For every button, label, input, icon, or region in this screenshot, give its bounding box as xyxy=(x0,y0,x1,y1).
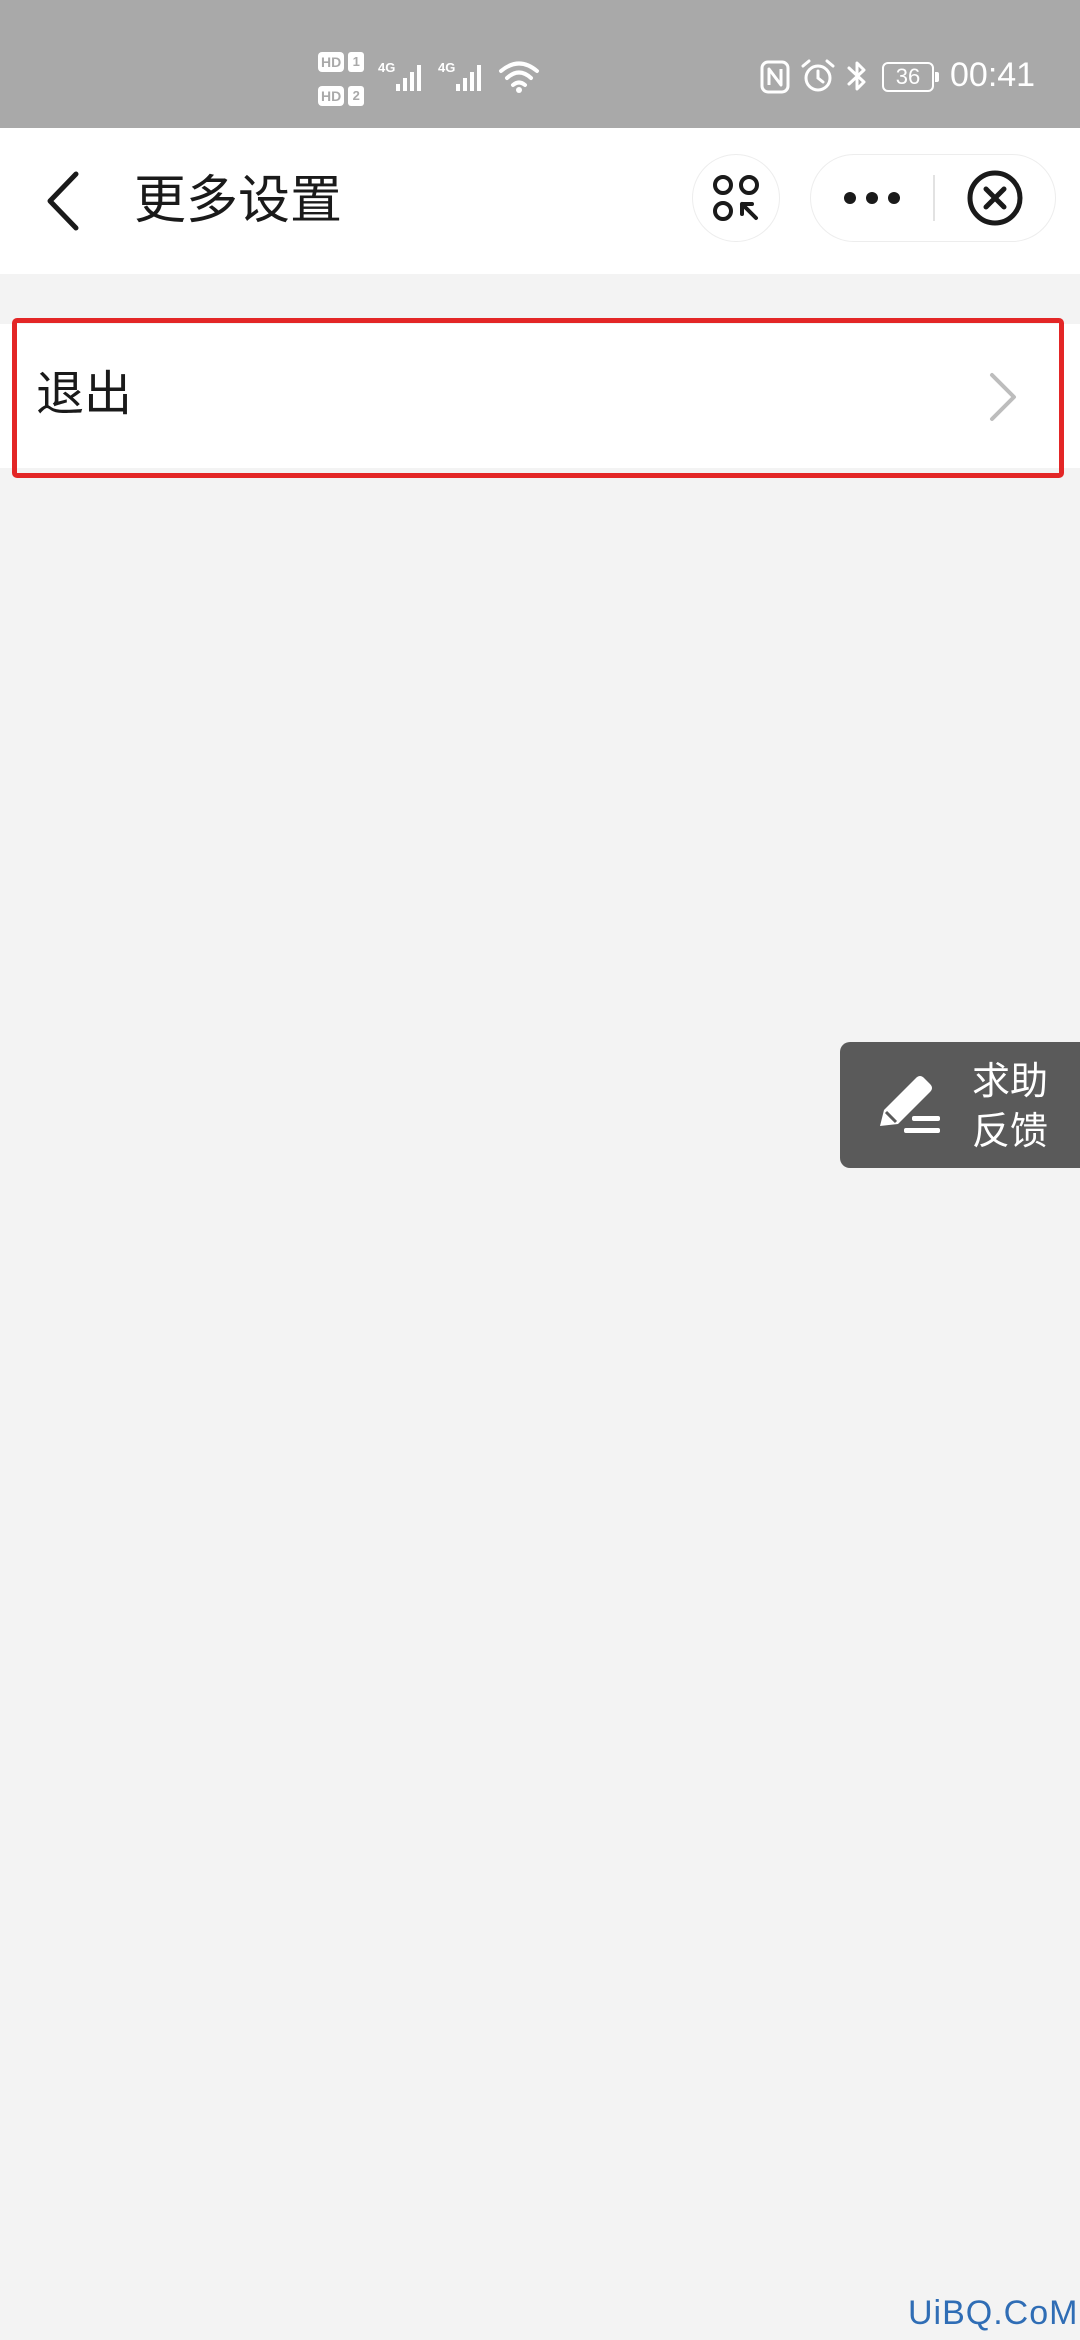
close-circle-icon xyxy=(967,170,1023,226)
close-button[interactable] xyxy=(935,155,1055,241)
network-type-2: 4G xyxy=(438,60,456,75)
battery-icon: 36 xyxy=(882,62,939,92)
sim1-indicator: HD 1 xyxy=(318,50,368,74)
page-title: 更多设置 xyxy=(134,171,343,231)
sim1-hd-badge: HD xyxy=(318,52,345,72)
bluetooth-icon xyxy=(847,61,866,91)
sim1-number: 1 xyxy=(348,52,365,72)
signal-bars-icon xyxy=(456,65,481,91)
watermark-text: UiBQ.CoM xyxy=(908,2294,1079,2332)
feedback-line-2: 反馈 xyxy=(972,1109,1049,1153)
feedback-line-1: 求助 xyxy=(972,1059,1049,1103)
more-button[interactable] xyxy=(811,155,933,241)
network-type-1: 4G xyxy=(378,60,396,75)
signal-bars-icon xyxy=(396,65,421,91)
feedback-label: 求助 反馈 xyxy=(972,1056,1072,1156)
sim2-hd-badge: HD xyxy=(318,86,345,106)
sim2-indicator: HD 2 xyxy=(318,84,368,108)
pencil-icon xyxy=(880,1076,940,1133)
signal-1: 4G xyxy=(378,60,430,94)
nfc-icon xyxy=(760,60,790,94)
chevron-right-icon xyxy=(990,373,1016,421)
sim2-number: 2 xyxy=(348,86,365,106)
list-item-logout[interactable]: 退出 xyxy=(0,324,1080,468)
capsule-menu xyxy=(810,154,1056,242)
signal-2: 4G xyxy=(438,60,490,94)
chevron-left-icon xyxy=(47,171,79,231)
wifi-icon xyxy=(499,61,539,93)
feedback-button[interactable]: 求助 反馈 xyxy=(840,1042,1080,1168)
status-bar: HD 1 HD 2 4G 4G 36 00:41 xyxy=(0,0,1080,128)
scan-icon xyxy=(713,175,759,221)
logout-label: 退出 xyxy=(36,366,133,422)
navigation-bar: 更多设置 xyxy=(0,128,1080,274)
back-button[interactable] xyxy=(36,164,96,238)
battery-level: 36 xyxy=(895,64,921,89)
alarm-icon xyxy=(801,59,835,92)
more-dots-icon xyxy=(844,192,900,204)
clock: 00:41 xyxy=(950,56,1036,94)
scan-button[interactable] xyxy=(692,154,780,242)
